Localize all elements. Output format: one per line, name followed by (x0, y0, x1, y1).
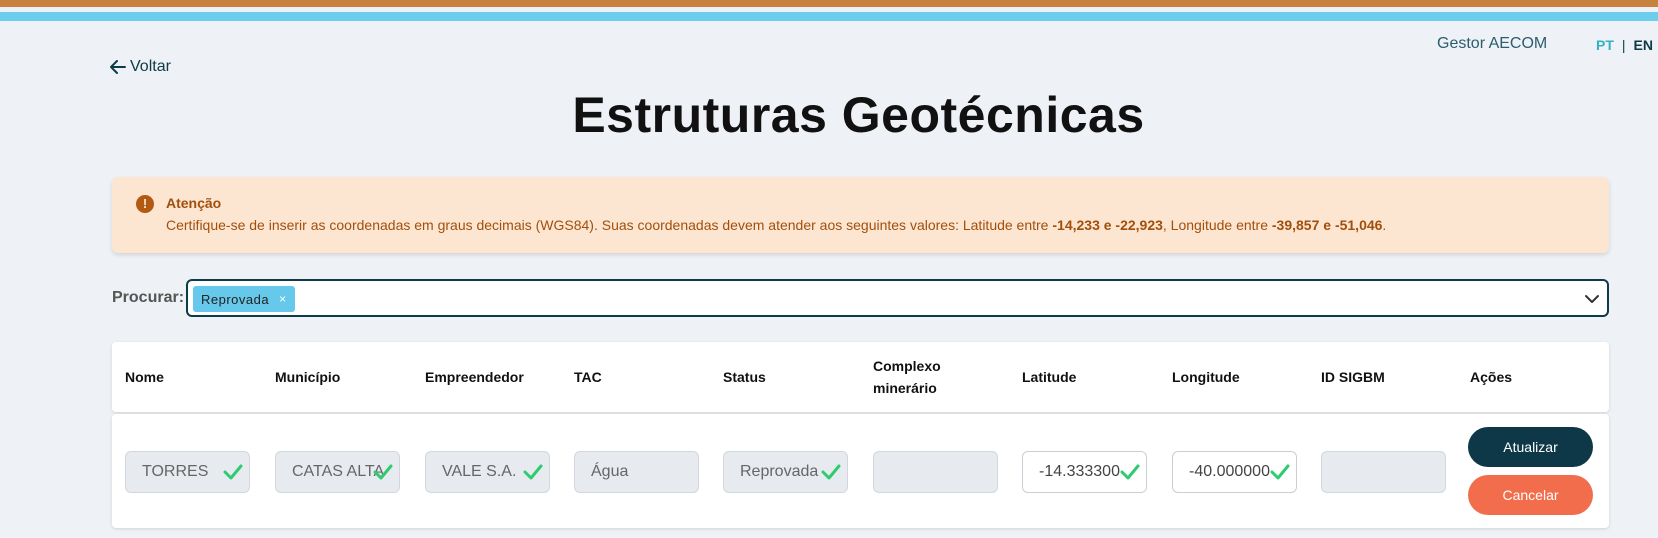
arrow-left-icon (110, 60, 126, 74)
chevron-down-icon[interactable] (1583, 290, 1601, 308)
chip-remove-icon[interactable]: × (279, 292, 287, 306)
longitude-input[interactable]: -40.000000 (1172, 451, 1297, 493)
header-longitude: Longitude (1172, 369, 1240, 385)
table-header: Nome Município Empreendedor TAC Status C… (112, 342, 1609, 412)
field-municipio: CATAS ALTA (275, 451, 400, 493)
field-tac: Água (574, 451, 699, 493)
field-empreendedor: VALE S.A. (425, 451, 550, 493)
alert-exclamation-icon: ! (136, 195, 154, 213)
header-municipio: Município (275, 369, 341, 385)
manager-label: Gestor AECOM (1437, 35, 1548, 52)
header-tac: TAC (574, 369, 602, 385)
table-row: TORRES CATAS ALTA VALE S.A. Água Reprova… (112, 414, 1609, 528)
alert-text-1: Certifique-se de inserir as coordenadas … (166, 217, 1053, 233)
search-select[interactable]: Reprovada × (186, 279, 1609, 317)
check-icon (223, 464, 243, 480)
header-complexo-minerario: Complexo minerário (873, 358, 941, 396)
latitude-input[interactable]: -14.333300 (1022, 451, 1147, 493)
field-status: Reprovada (723, 451, 848, 493)
alert-lon-range: -39,857 e -51,046 (1271, 217, 1383, 233)
longitude-value: -40.000000 (1189, 463, 1270, 480)
back-link[interactable]: Voltar (110, 58, 171, 76)
alert-text-3: . (1382, 217, 1387, 233)
latitude-value: -14.333300 (1039, 463, 1120, 480)
field-nome-value: TORRES (142, 463, 209, 480)
check-icon (373, 464, 393, 480)
header-empreendedor: Empreendedor (425, 369, 524, 385)
header-nome: Nome (125, 369, 164, 385)
alert-message: Certifique-se de inserir as coordenadas … (166, 217, 1386, 233)
header-status: Status (723, 369, 766, 385)
field-empreendedor-value: VALE S.A. (442, 463, 517, 480)
page-title: Estruturas Geotécnicas (572, 87, 1145, 143)
field-tac-value: Água (591, 463, 629, 480)
check-icon (523, 464, 543, 480)
alert-title: Atenção (166, 195, 222, 211)
header-id-sigbm: ID SIGBM (1321, 369, 1385, 385)
field-id-sigbm (1321, 451, 1446, 493)
check-icon (821, 464, 841, 480)
field-status-value: Reprovada (740, 463, 819, 480)
field-complexo-minerario (873, 451, 998, 493)
lang-separator: | (1621, 37, 1626, 53)
top-stripe-blue (0, 12, 1658, 21)
alert-lat-range: -14,233 e -22,923 (1052, 217, 1163, 233)
lang-en-link[interactable]: EN (1634, 37, 1653, 53)
attention-alert: ! Atenção Certifique-se de inserir as co… (112, 177, 1609, 253)
cancel-button[interactable]: Cancelar (1468, 475, 1593, 515)
top-stripe-orange (0, 0, 1658, 7)
field-nome: TORRES (125, 451, 250, 493)
header-acoes: Ações (1470, 369, 1513, 385)
check-icon (1120, 464, 1140, 480)
chip-label: Reprovada (201, 291, 270, 307)
lang-pt-link[interactable]: PT (1596, 37, 1614, 53)
filter-chip-reprovada: Reprovada × (193, 286, 295, 312)
header-latitude: Latitude (1022, 369, 1077, 385)
update-button[interactable]: Atualizar (1468, 427, 1593, 467)
back-label: Voltar (130, 58, 171, 75)
check-icon (1270, 464, 1290, 480)
search-label: Procurar: (112, 289, 185, 306)
language-switcher: PT | EN (1596, 37, 1653, 53)
alert-text-2: , Longitude entre (1162, 217, 1272, 233)
field-municipio-value: CATAS ALTA (292, 463, 385, 480)
